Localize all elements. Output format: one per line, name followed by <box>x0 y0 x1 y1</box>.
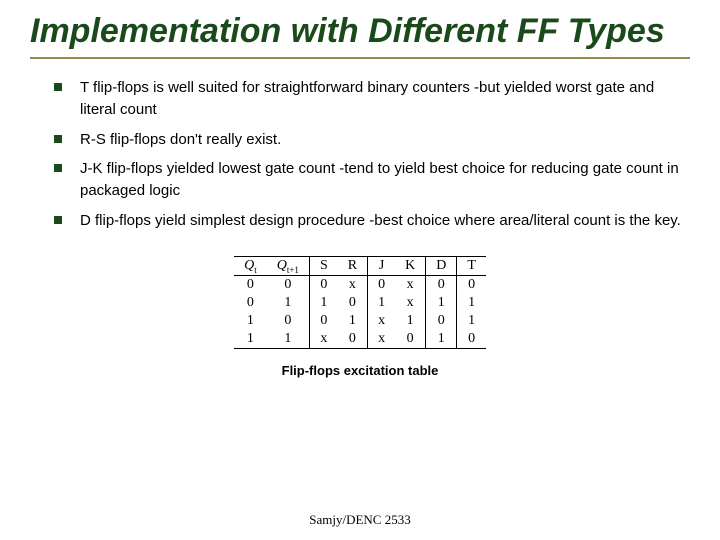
cell: 1 <box>426 294 457 312</box>
list-item: R-S flip-flops don't really exist. <box>54 129 690 151</box>
col-header: R <box>338 256 368 276</box>
cell: 0 <box>309 312 337 330</box>
table-row: 0 0 0 x 0 x 0 0 <box>234 276 486 295</box>
cell: 0 <box>338 330 368 349</box>
col-header: Qt <box>234 256 267 276</box>
cell: 1 <box>457 312 486 330</box>
col-header: K <box>395 256 426 276</box>
list-item: J-K flip-flops yielded lowest gate count… <box>54 158 690 202</box>
cell: 0 <box>457 330 486 349</box>
cell: 0 <box>309 276 337 295</box>
cell: 0 <box>338 294 368 312</box>
cell: x <box>368 330 396 349</box>
cell: 1 <box>368 294 396 312</box>
bullet-list: T flip-flops is well suited for straight… <box>30 77 690 232</box>
table-row: 1 0 0 1 x 1 0 1 <box>234 312 486 330</box>
cell: x <box>309 330 337 349</box>
cell: x <box>395 276 426 295</box>
table-caption: Flip-flops excitation table <box>282 363 439 378</box>
cell: 0 <box>395 330 426 349</box>
cell: 0 <box>457 276 486 295</box>
cell: 0 <box>267 312 310 330</box>
cell: 1 <box>395 312 426 330</box>
cell: 0 <box>426 276 457 295</box>
cell: 0 <box>234 294 267 312</box>
list-item: T flip-flops is well suited for straight… <box>54 77 690 121</box>
cell: 0 <box>426 312 457 330</box>
list-item: D flip-flops yield simplest design proce… <box>54 210 690 232</box>
col-header: S <box>309 256 337 276</box>
cell: 1 <box>267 294 310 312</box>
excitation-table: Qt Qt+1 S R J K D T 0 0 0 x 0 x <box>234 256 486 350</box>
cell: 1 <box>267 330 310 349</box>
slide-footer: Samjy/DENC 2533 <box>0 512 720 528</box>
col-header: Qt+1 <box>267 256 310 276</box>
cell: 0 <box>234 276 267 295</box>
table-row: 1 1 x 0 x 0 1 0 <box>234 330 486 349</box>
cell: 1 <box>234 312 267 330</box>
slide-title: Implementation with Different FF Types <box>30 12 690 59</box>
table-row: 0 1 1 0 1 x 1 1 <box>234 294 486 312</box>
cell: 0 <box>267 276 310 295</box>
cell: 1 <box>234 330 267 349</box>
cell: 1 <box>457 294 486 312</box>
cell: x <box>395 294 426 312</box>
cell: 1 <box>309 294 337 312</box>
cell: 1 <box>426 330 457 349</box>
cell: 1 <box>338 312 368 330</box>
cell: x <box>338 276 368 295</box>
excitation-table-wrap: Qt Qt+1 S R J K D T 0 0 0 x 0 x <box>30 256 690 379</box>
col-header: D <box>426 256 457 276</box>
cell: 0 <box>368 276 396 295</box>
col-header: T <box>457 256 486 276</box>
col-header: J <box>368 256 396 276</box>
cell: x <box>368 312 396 330</box>
